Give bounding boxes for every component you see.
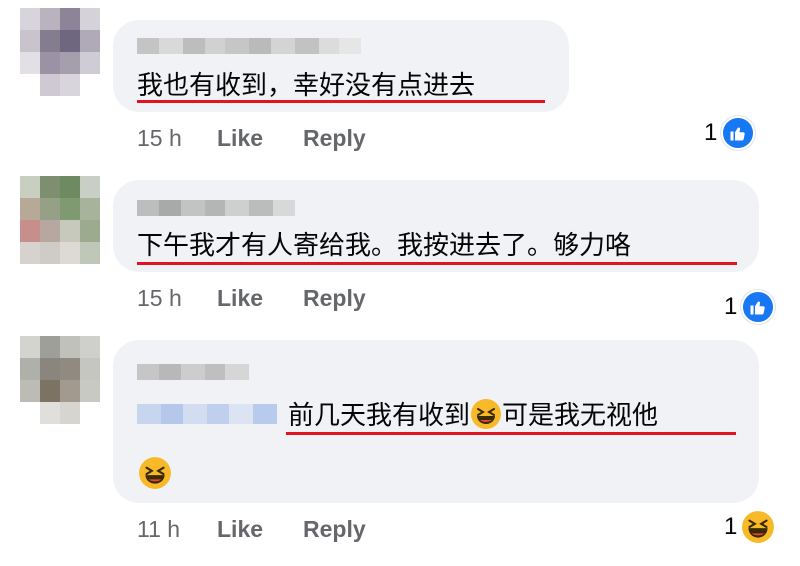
reaction-summary[interactable]: 1 bbox=[724, 510, 775, 544]
comment-actions: 15 h Like Reply bbox=[137, 283, 406, 313]
comment-text: 我也有收到，幸好没有点进去 bbox=[137, 71, 476, 101]
avatar[interactable] bbox=[20, 8, 100, 96]
timestamp[interactable]: 11 h bbox=[137, 516, 217, 543]
mention-blurred[interactable] bbox=[137, 404, 277, 424]
timestamp[interactable]: 15 h bbox=[137, 125, 217, 152]
comment-actions: 11 h Like Reply bbox=[137, 514, 406, 544]
like-button[interactable]: Like bbox=[217, 285, 263, 312]
comment-text-continued: 可是我无视他 bbox=[502, 401, 659, 431]
reply-button[interactable]: Reply bbox=[303, 125, 366, 152]
timestamp[interactable]: 15 h bbox=[137, 285, 217, 312]
comment-actions: 15 h Like Reply bbox=[137, 123, 406, 153]
haha-icon bbox=[741, 510, 775, 544]
text-underline bbox=[137, 262, 737, 265]
text-underline bbox=[286, 432, 736, 435]
avatar[interactable] bbox=[20, 176, 100, 264]
reaction-summary[interactable]: 1 bbox=[704, 116, 756, 150]
comment-text-line: 前几天我有收到 可是我无视他 bbox=[288, 398, 658, 434]
like-button[interactable]: Like bbox=[217, 516, 263, 543]
reaction-count: 1 bbox=[724, 293, 738, 320]
like-icon bbox=[721, 116, 756, 150]
text-underline bbox=[137, 100, 545, 103]
like-button[interactable]: Like bbox=[217, 125, 263, 152]
grinning-squinting-face-emoji bbox=[471, 399, 502, 429]
reaction-summary[interactable]: 1 bbox=[724, 290, 776, 324]
reply-button[interactable]: Reply bbox=[303, 285, 366, 312]
author-name-blurred[interactable] bbox=[137, 200, 295, 216]
avatar[interactable] bbox=[20, 336, 100, 424]
reply-button[interactable]: Reply bbox=[303, 516, 366, 543]
reaction-count: 1 bbox=[704, 119, 718, 146]
like-icon bbox=[741, 290, 776, 324]
grinning-squinting-face-emoji bbox=[139, 457, 171, 489]
comment-text: 下午我才有人寄给我。我按进去了。够力咯 bbox=[137, 231, 632, 261]
author-name-blurred[interactable] bbox=[137, 38, 361, 54]
comment-text: 前几天我有收到 bbox=[288, 401, 471, 431]
reaction-count: 1 bbox=[724, 513, 738, 540]
author-name-blurred[interactable] bbox=[137, 364, 249, 380]
